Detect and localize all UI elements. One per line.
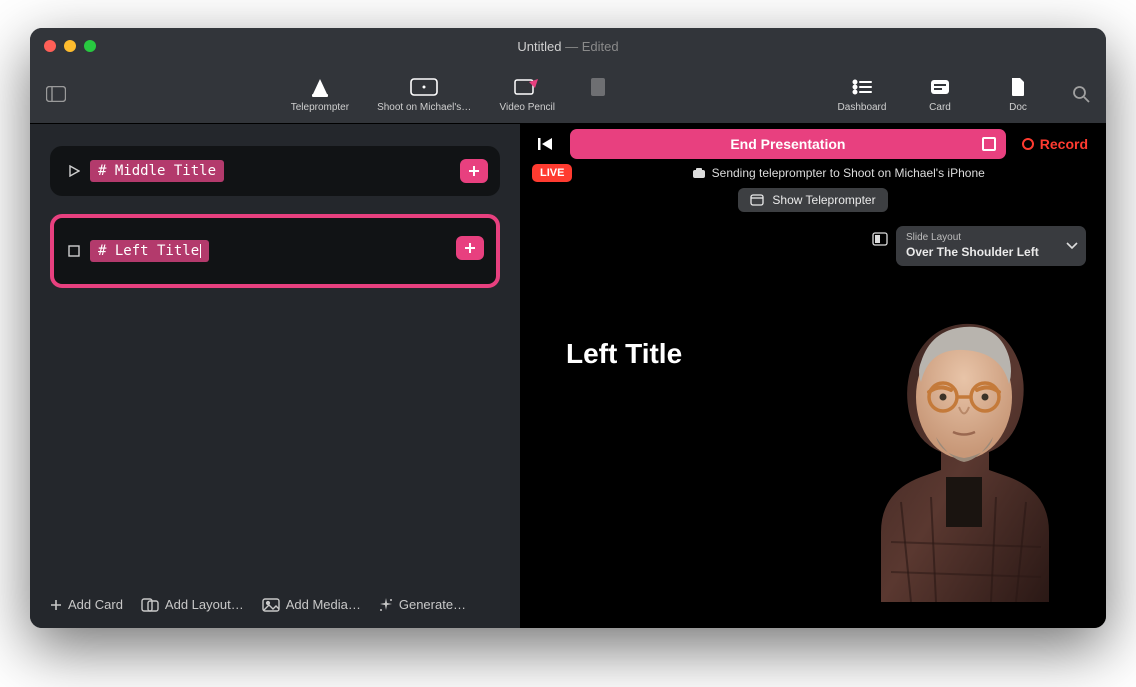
record-icon [1022,138,1034,150]
window-icon [750,194,764,206]
preview-panel: End Presentation Record LIVE Sending tel… [520,124,1106,628]
status-text: Sending teleprompter to Shoot on Michael… [582,166,1094,180]
video-pencil-button[interactable]: Video Pencil [499,75,555,113]
preview-topbar: End Presentation Record [520,124,1106,164]
record-label: Record [1040,136,1088,152]
live-badge: LIVE [532,164,572,182]
video-pencil-icon [514,75,540,99]
document-icon [590,75,606,99]
doc-view-label: Doc [1009,102,1027,113]
add-layout-label: Add Layout… [165,597,244,612]
card-icon [930,75,950,99]
add-media-button[interactable]: Add Media… [262,597,361,612]
card-view-label: Card [929,102,951,113]
toolbar-center: Teleprompter Shoot on Michael's… Video P… [70,75,834,113]
add-card-content-button[interactable] [456,236,484,260]
show-teleprompter-button[interactable]: Show Teleprompter [738,188,887,212]
toolbar: Teleprompter Shoot on Michael's… Video P… [30,64,1106,124]
cards-footer: Add Card Add Layout… Add Media… Generate… [50,589,500,616]
dashboard-button[interactable]: Dashboard [834,75,890,113]
generate-label: Generate… [399,597,466,612]
teleprompter-label: Teleprompter [291,102,349,113]
record-button[interactable]: Record [1016,136,1094,152]
app-window: Untitled — Edited Teleprompter Shoot on … [30,28,1106,628]
shoot-device-button[interactable]: Shoot on Michael's… [377,75,471,113]
chevron-down-icon [1066,242,1078,250]
slide-layout-selector[interactable]: Slide Layout Over The Shoulder Left [896,226,1086,266]
slide-layout-value: Over The Shoulder Left [906,245,1056,260]
card-row[interactable]: # Middle Title [50,146,500,196]
toolbar-right: Dashboard Card Doc [834,75,1094,113]
dashboard-label: Dashboard [838,102,887,113]
stop-icon [982,137,996,151]
card-title[interactable]: # Middle Title [90,160,224,182]
layout-icon [872,232,888,246]
play-icon [64,165,84,177]
camera-icon [692,167,706,179]
doc-view-button[interactable]: Doc [990,75,1046,113]
card-row[interactable]: # Left Title [50,214,500,288]
card-view-button[interactable]: Card [912,75,968,113]
shoot-device-label: Shoot on Michael's… [377,102,471,113]
video-pencil-label: Video Pencil [500,102,555,113]
document-button[interactable] [583,75,613,113]
sidebar-toggle-icon[interactable] [42,83,70,105]
status-row: LIVE Sending teleprompter to Shoot on Mi… [520,164,1106,188]
end-presentation-button[interactable]: End Presentation [570,129,1006,159]
end-presentation-label: End Presentation [730,136,845,152]
show-teleprompter-label: Show Teleprompter [772,193,875,207]
add-layout-button[interactable]: Add Layout… [141,597,244,612]
device-icon [410,75,438,99]
add-card-button[interactable]: Add Card [50,597,123,612]
add-media-label: Add Media… [286,597,361,612]
document-edited-label: — Edited [565,39,619,54]
teleprompter-button[interactable]: Teleprompter [291,75,349,113]
window-title: Untitled — Edited [30,39,1106,54]
slide-layout-label: Slide Layout [906,232,1056,245]
presenter-image [851,302,1076,602]
card-title[interactable]: # Left Title [90,240,209,262]
titlebar: Untitled — Edited [30,28,1106,64]
slide-title: Left Title [566,338,682,370]
skip-back-icon[interactable] [532,130,560,158]
slide-preview: Slide Layout Over The Shoulder Left Left… [532,218,1094,616]
teleprompter-icon [311,75,329,99]
add-card-label: Add Card [68,597,123,612]
document-title: Untitled [517,39,561,54]
cards-panel: # Middle Title # Left Title Add Card [30,124,520,628]
add-card-content-button[interactable] [460,159,488,183]
search-icon[interactable] [1068,85,1094,103]
stop-icon [64,245,84,257]
list-icon [852,75,872,99]
content: # Middle Title # Left Title Add Card [30,124,1106,628]
doc-icon [1010,75,1026,99]
generate-button[interactable]: Generate… [379,597,466,612]
